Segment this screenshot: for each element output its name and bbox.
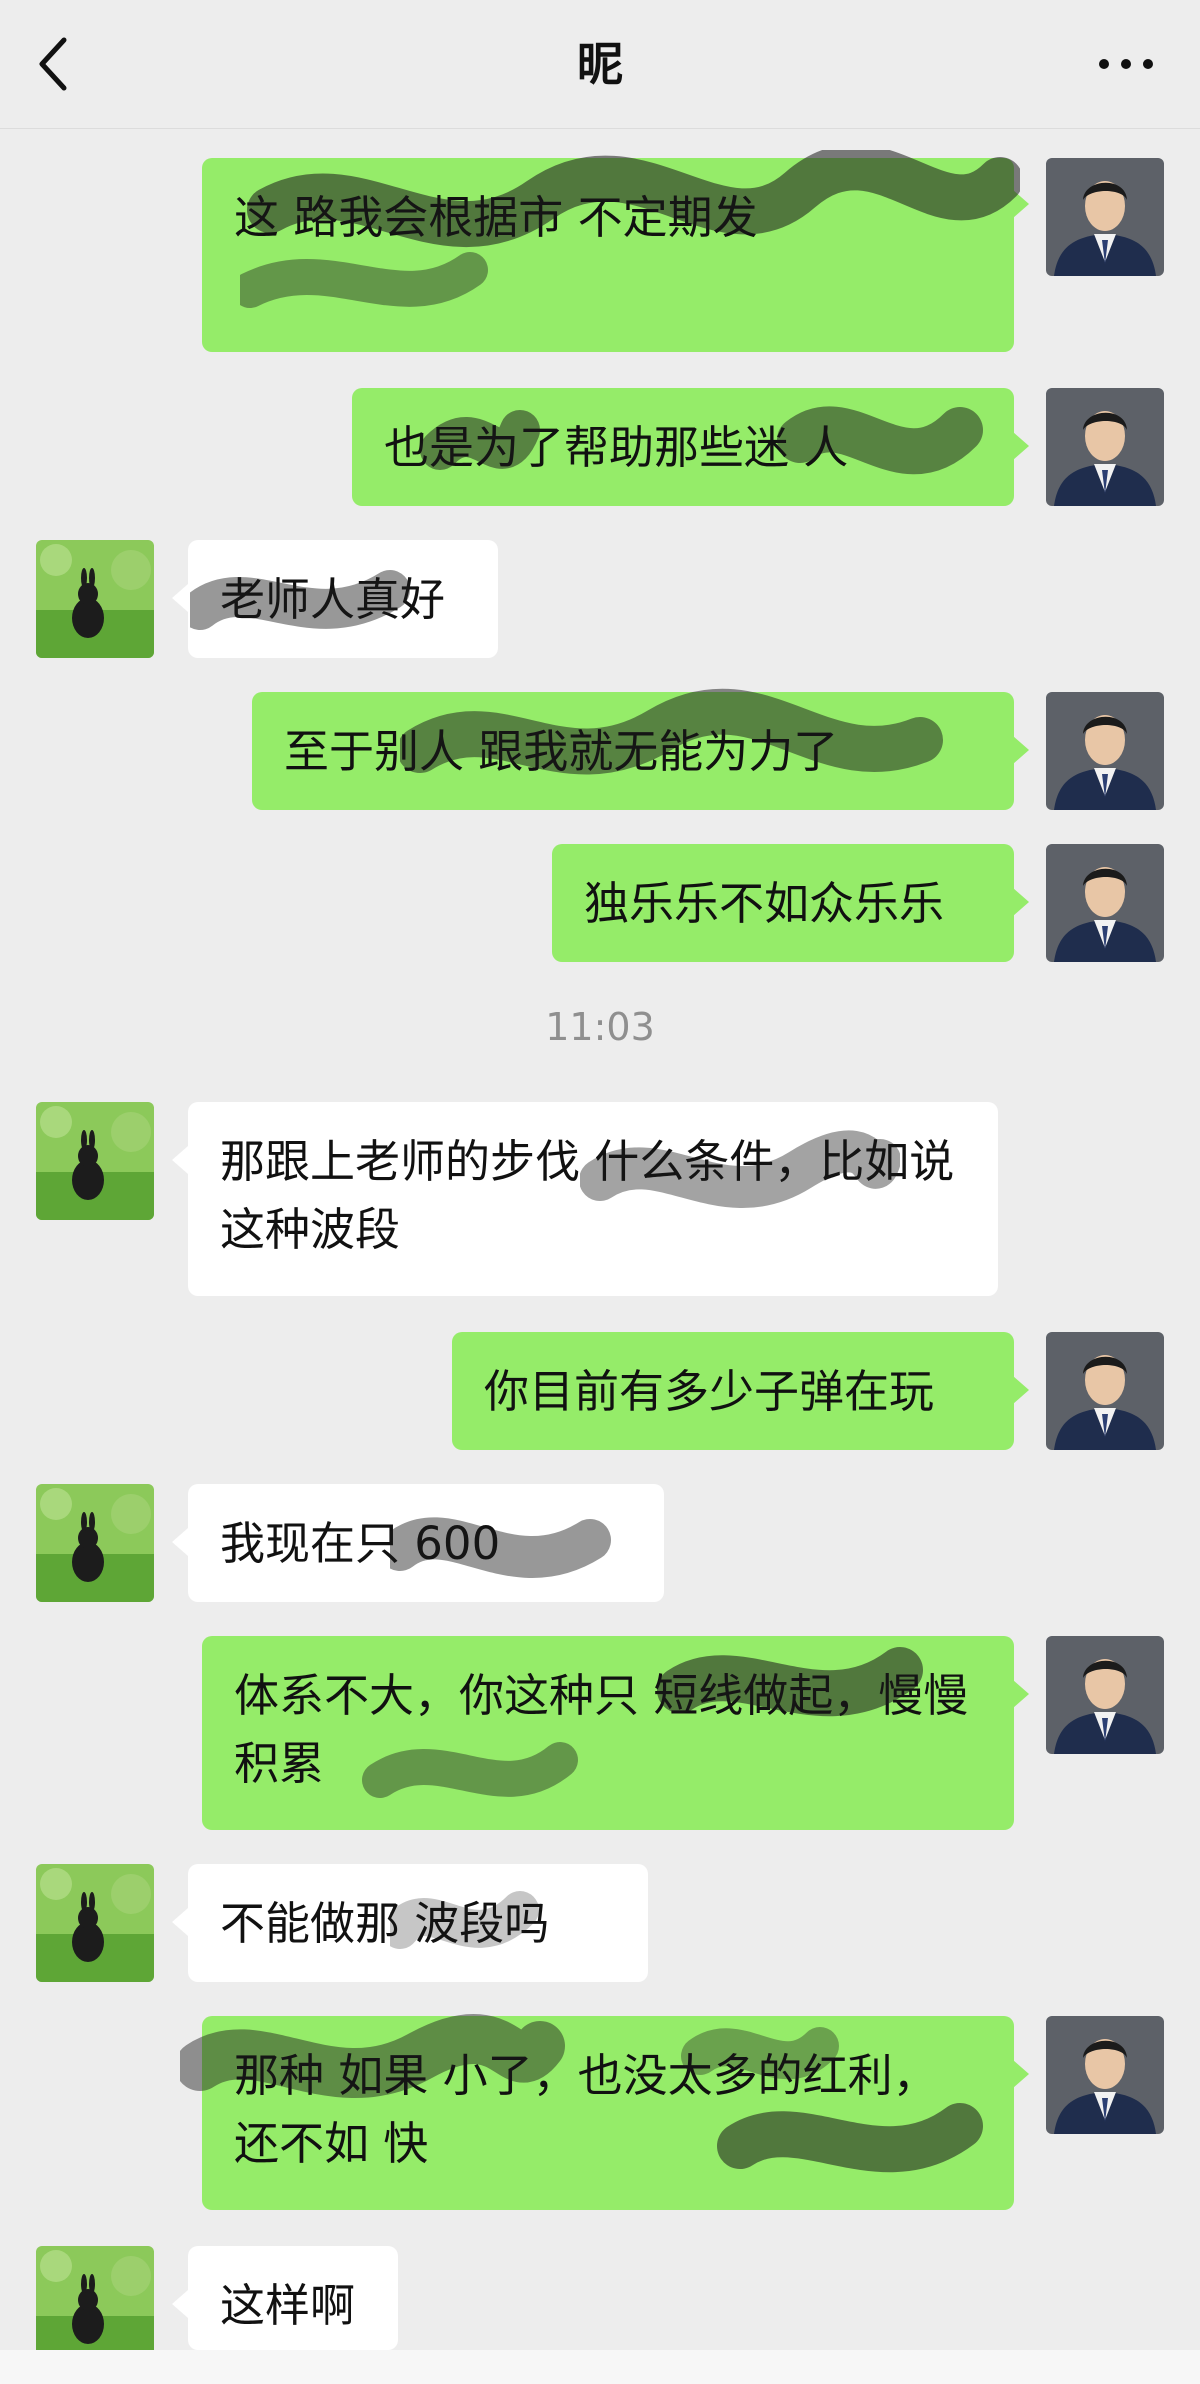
avatar-man-in-suit[interactable]: [1046, 1332, 1164, 1450]
bubble-tail: [172, 2290, 188, 2318]
top-nav-bar: 昵: [0, 0, 1200, 129]
avatar-man-in-suit[interactable]: [1046, 388, 1164, 506]
message-bubble-incoming[interactable]: 我现在只 600: [188, 1484, 664, 1602]
message-bubble-incoming[interactable]: 这样啊: [188, 2246, 398, 2350]
bubble-tail: [1013, 190, 1029, 218]
message-bubble-outgoing[interactable]: 你目前有多少子弹在玩: [452, 1332, 1014, 1450]
bubble-tail: [172, 1908, 188, 1936]
bubble-tail: [172, 584, 188, 612]
avatar-rabbit-on-grass[interactable]: [36, 1102, 154, 1220]
bubble-tail: [172, 1528, 188, 1556]
avatar-man-in-suit[interactable]: [1046, 158, 1164, 276]
bubble-tail: [1013, 1680, 1029, 1708]
avatar-rabbit-on-grass[interactable]: [36, 1864, 154, 1982]
message-bubble-outgoing[interactable]: 这 路我会根据市 不定期发: [202, 158, 1014, 352]
avatar-man-in-suit[interactable]: [1046, 692, 1164, 810]
message-bubble-incoming[interactable]: 不能做那 波段吗: [188, 1864, 648, 1982]
chat-title: 昵: [577, 37, 623, 91]
bubble-tail: [1013, 888, 1029, 916]
bubble-tail: [172, 1146, 188, 1174]
avatar-man-in-suit[interactable]: [1046, 1636, 1164, 1754]
avatar-rabbit-on-grass[interactable]: [36, 2246, 154, 2364]
message-bubble-outgoing[interactable]: 至于别人 跟我就无能为力了: [252, 692, 1014, 810]
bubble-tail: [1013, 2060, 1029, 2088]
avatar-man-in-suit[interactable]: [1046, 2016, 1164, 2134]
avatar-rabbit-on-grass[interactable]: [36, 1484, 154, 1602]
message-timestamp: 11:03: [545, 1005, 655, 1049]
message-bubble-outgoing[interactable]: 独乐乐不如众乐乐: [552, 844, 1014, 962]
message-bubble-outgoing[interactable]: 体系不大，你这种只 短线做起，慢慢积累: [202, 1636, 1014, 1830]
avatar-rabbit-on-grass[interactable]: [36, 540, 154, 658]
message-bubble-incoming[interactable]: 那跟上老师的步伐 什么条件，比如说这种波段: [188, 1102, 998, 1296]
message-bubble-outgoing[interactable]: 那种 如果 小了，也没太多的红利，还不如 快: [202, 2016, 1014, 2210]
bubble-tail: [1013, 1376, 1029, 1404]
bubble-tail: [1013, 432, 1029, 460]
message-bubble-outgoing[interactable]: 也是为了帮助那些迷 人: [352, 388, 1014, 506]
more-options-icon[interactable]: [1094, 44, 1158, 84]
avatar-man-in-suit[interactable]: [1046, 844, 1164, 962]
input-bar-edge: [0, 2350, 1200, 2384]
bubble-tail: [1013, 736, 1029, 764]
message-bubble-incoming[interactable]: 老师人真好: [188, 540, 498, 658]
